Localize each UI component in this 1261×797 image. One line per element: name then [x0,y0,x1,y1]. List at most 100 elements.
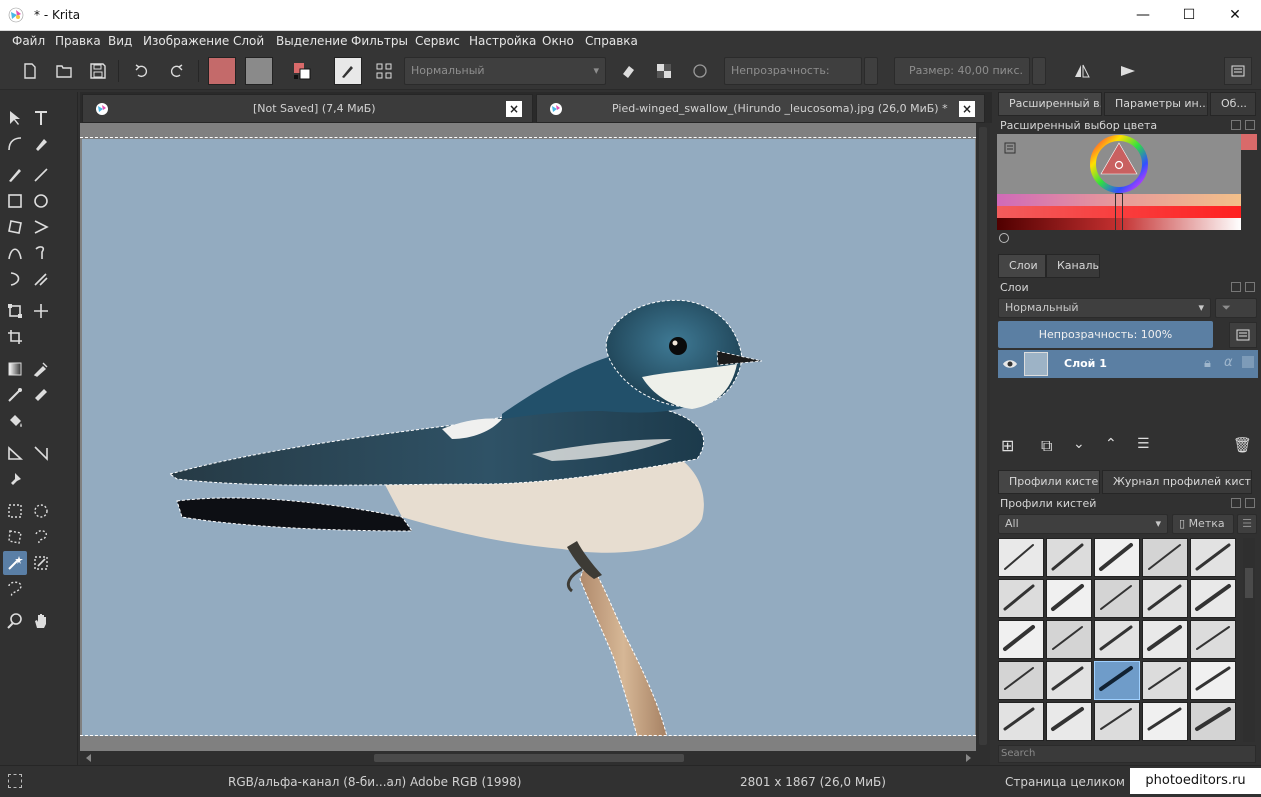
zoom-tool[interactable] [3,609,27,633]
pattern-preset-button[interactable] [245,57,273,85]
float-docker-icon[interactable] [1231,282,1241,292]
vertical-scrollbar[interactable] [976,123,990,765]
color-history-icon[interactable] [998,232,1010,244]
brush-preset-tile[interactable] [1142,661,1188,700]
color-wheel-triangle[interactable] [1089,134,1149,194]
brush-preset-tile[interactable] [1190,579,1236,618]
gradient-preset-button[interactable] [208,57,236,85]
calligraphy-tool[interactable] [29,132,53,156]
brush-view-menu[interactable]: ☰ [1237,514,1257,534]
menu-edit[interactable]: Правка [55,34,101,48]
brush-preset-grid[interactable] [998,538,1238,742]
smart-patch-tool[interactable] [3,383,27,407]
fill-tool[interactable] [3,409,27,433]
transform-tool[interactable] [3,299,27,323]
opacity-spin[interactable] [864,57,878,85]
scroll-left-icon[interactable] [86,754,91,762]
dynamic-brush-tool[interactable] [3,267,27,291]
brush-preset-tile[interactable] [1142,620,1188,659]
layer-opacity-slider[interactable]: Непрозрачность: 100% [998,321,1213,348]
brush-preset-tile[interactable] [1094,579,1140,618]
menu-settings[interactable]: Настройка [469,34,536,48]
selection-mode-icon[interactable] [8,774,22,788]
minimize-button[interactable]: — [1120,0,1166,30]
opacity-slider[interactable]: Непрозрачность: 100% [724,57,862,103]
layer-settings-icon[interactable]: ☰ [1137,436,1150,452]
new-document-button[interactable] [16,57,44,85]
move-tool[interactable] [29,299,53,323]
tab-tool-options[interactable]: Параметры ин... [1104,92,1208,116]
delete-layer-icon[interactable]: 🗑︎ [1233,436,1252,454]
brush-preset-button[interactable] [334,57,362,85]
similar-color-select-tool[interactable] [29,551,53,575]
scroll-right-icon[interactable] [966,754,971,762]
measure-tool[interactable] [3,441,27,465]
float-docker-icon[interactable] [1231,120,1241,130]
brush-preset-tile[interactable] [1142,579,1188,618]
brush-preset-tile[interactable] [998,620,1044,659]
eye-icon[interactable] [1002,356,1018,372]
docker-menu-button[interactable] [1224,57,1252,85]
redo-button[interactable] [162,57,190,85]
text-tool[interactable] [29,106,53,130]
tab-close-button[interactable]: × [959,101,975,117]
brush-preset-tile[interactable] [1190,702,1236,741]
polygon-select-tool[interactable] [3,525,27,549]
close-button[interactable]: ✕ [1212,0,1258,30]
mirror-horizontal-button[interactable] [1068,57,1096,85]
add-layer-icon[interactable]: ⊞ [1001,436,1014,455]
bezier-select-tool[interactable] [3,577,27,601]
fg-bg-color-button[interactable] [288,57,316,85]
rect-select-tool[interactable] [3,499,27,523]
brush-scroll-thumb[interactable] [1245,568,1253,598]
select-shapes-tool[interactable] [3,106,27,130]
freehand-select-tool[interactable] [29,525,53,549]
canvas-image[interactable] [82,139,975,736]
inherit-alpha-icon[interactable] [1242,356,1254,368]
brush-preset-tile[interactable] [1046,579,1092,618]
color-slider-marker[interactable] [1115,193,1123,231]
line-tool[interactable] [29,163,53,187]
move-down-icon[interactable]: ⌄ [1073,436,1085,452]
brush-preset-tile[interactable] [1046,702,1092,741]
tab-brush-presets[interactable]: Профили кистей [998,470,1100,494]
menu-window[interactable]: Окно [542,34,574,48]
gradient-tool[interactable] [3,357,27,381]
brush-scrollbar[interactable] [1243,538,1255,742]
crop-tool[interactable] [3,325,27,349]
menu-file[interactable]: Файл [12,34,45,48]
freehand-path-tool[interactable] [29,241,53,265]
ellipse-tool[interactable] [29,189,53,213]
move-up-icon[interactable]: ⌃ [1105,436,1117,452]
brush-preset-tile[interactable] [998,579,1044,618]
color-settings-icon[interactable] [1004,142,1016,154]
layer-properties-button[interactable] [1229,322,1257,348]
brush-preset-tile[interactable] [998,661,1044,700]
brush-preset-tile[interactable] [1094,620,1140,659]
lock-icon[interactable]: 🔒︎ [1204,356,1211,371]
tab-layers[interactable]: Слои [998,254,1046,278]
menu-tools[interactable]: Сервис [415,34,460,48]
brush-preset-tile[interactable] [1094,661,1140,700]
brush-preset-tile[interactable] [1094,702,1140,741]
perspective-tool[interactable] [29,441,53,465]
brush-preset-tile[interactable] [1190,538,1236,577]
maximize-button[interactable]: ☐ [1166,0,1212,30]
ellipse-select-tool[interactable] [29,499,53,523]
close-docker-icon[interactable] [1245,498,1255,508]
layer-name[interactable]: Слой 1 [1064,357,1107,370]
rectangle-tool[interactable] [3,189,27,213]
brush-tag-button[interactable]: ▯ Метка [1172,514,1234,534]
polyline-tool[interactable] [29,215,53,239]
tab-not-saved[interactable]: [Not Saved] (7,4 МиБ) × [82,94,533,123]
pan-tool[interactable] [29,609,53,633]
assistant-tool[interactable] [29,383,53,407]
layer-filter-button[interactable]: ⏷ [1215,298,1257,318]
layer-row[interactable]: Слой 1 🔒︎ α [998,350,1258,378]
brush-preset-tile[interactable] [1046,538,1092,577]
duplicate-layer-icon[interactable]: ⧉ [1041,436,1052,456]
reload-preset-button[interactable] [686,57,714,85]
layer-blend-mode-select[interactable]: Нормальный ▾ [998,298,1211,318]
size-spin[interactable] [1032,57,1046,85]
alpha-lock-icon[interactable]: α [1224,355,1233,370]
